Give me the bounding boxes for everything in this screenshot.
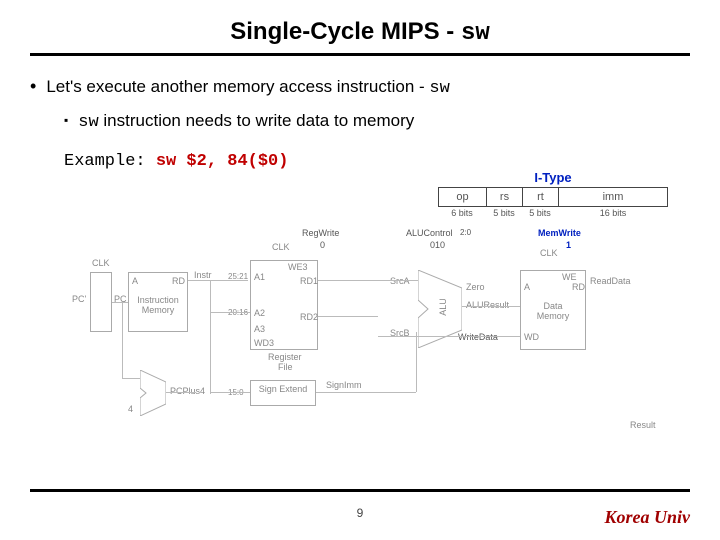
itype-table: op rs rt imm — [438, 187, 668, 207]
regwrite-val: 0 — [320, 240, 325, 250]
four-label: 4 — [128, 404, 133, 414]
result-label: Result — [630, 420, 656, 430]
rf-rd2: RD2 — [300, 312, 318, 322]
bullet-1-pre: Let's execute another memory access inst… — [46, 77, 429, 96]
memwrite-val: 1 — [566, 240, 571, 250]
dmem-wd: WD — [524, 332, 539, 342]
zero-label: Zero — [466, 282, 485, 292]
signext-label: Sign Extend — [259, 384, 308, 394]
clk-label: CLK — [540, 248, 558, 258]
itype-imm: imm — [559, 188, 667, 206]
example-code: sw $2, 84($0) — [156, 152, 289, 171]
title-text: Single-Cycle MIPS - — [230, 18, 461, 45]
pc-prime-label: PC' — [72, 294, 86, 304]
readdata-label: ReadData — [590, 276, 631, 286]
example-label: Example: — [64, 152, 156, 171]
bullet-2-code: sw — [78, 113, 98, 132]
bullet-2-post: instruction needs to write data to memor… — [99, 111, 415, 130]
bullet-1-code: sw — [429, 79, 449, 98]
sign-extend: Sign Extend — [250, 380, 316, 406]
adder-shape — [140, 370, 166, 416]
rf-wd3: WD3 — [254, 338, 274, 348]
rf-a3: A3 — [254, 324, 265, 334]
alucontrol-label: ALUControl — [406, 228, 453, 238]
regwrite-label: RegWrite — [302, 228, 339, 238]
rf-rd1: RD1 — [300, 276, 318, 286]
itype-bits: 6 bits 5 bits 5 bits 16 bits — [438, 208, 668, 218]
dmem-label-2: Memory — [521, 311, 585, 321]
bullet-list: • Let's execute another memory access in… — [30, 74, 690, 175]
imem-a: A — [132, 276, 138, 286]
title-rule — [30, 53, 690, 56]
srca-label: SrcA — [390, 276, 410, 286]
bullet-1: • Let's execute another memory access in… — [30, 74, 690, 102]
pcplus4-label: PCPlus4 — [170, 386, 205, 396]
itype-op-bits: 6 bits — [438, 208, 486, 218]
bullet-2: ▪ sw instruction needs to write data to … — [64, 108, 690, 136]
title-code: sw — [461, 20, 490, 47]
imem-label-2: Memory — [129, 305, 187, 315]
itype-format: I-Type op rs rt imm 6 bits 5 bits 5 bits… — [438, 170, 668, 218]
memwrite-label: MemWrite — [538, 228, 581, 238]
rf-a2: A2 — [254, 308, 265, 318]
itype-rt-bits: 5 bits — [522, 208, 558, 218]
alucontrol-val: 010 — [430, 240, 445, 250]
imem-rd: RD — [172, 276, 185, 286]
bullet-1-text: Let's execute another memory access inst… — [46, 74, 450, 102]
itype-imm-bits: 16 bits — [558, 208, 668, 218]
itype-title: I-Type — [438, 170, 668, 185]
bullet-2-text: sw instruction needs to write data to me… — [78, 108, 414, 136]
dmem-we: WE — [562, 272, 577, 282]
dmem-rd: RD — [572, 282, 585, 292]
itype-op: op — [439, 188, 487, 206]
clk-label: CLK — [272, 242, 290, 252]
clk-label: CLK — [92, 258, 110, 268]
page-title: Single-Cycle MIPS - sw — [30, 18, 690, 47]
rf-we3: WE3 — [288, 262, 308, 272]
itype-rs-bits: 5 bits — [486, 208, 522, 218]
bullet-icon: ▪ — [64, 108, 68, 136]
itype-rt: rt — [523, 188, 559, 206]
pc-register — [90, 272, 112, 332]
dmem-a: A — [524, 282, 530, 292]
imem-label-1: Instruction — [129, 295, 187, 305]
alu-label: ALU — [438, 298, 448, 316]
bottom-rule — [30, 489, 690, 492]
footer-affiliation: Korea Univ — [605, 507, 691, 528]
rf-a1: A1 — [254, 272, 265, 282]
instr-label: Instr — [194, 270, 212, 280]
datapath-diagram: CLK CLK CLK PC' PC Instruction Memory A … — [50, 220, 670, 440]
rf-label-2: File — [278, 362, 293, 372]
alucontrol-bits: 2:0 — [460, 228, 471, 237]
itype-rs: rs — [487, 188, 523, 206]
bullet-icon: • — [30, 74, 36, 102]
rf-label-1: Register — [268, 352, 302, 362]
signimm-label: SignImm — [326, 380, 362, 390]
aluresult-label: ALUResult — [466, 300, 509, 310]
dmem-label-1: Data — [521, 301, 585, 311]
writedata-label: WriteData — [458, 332, 498, 342]
